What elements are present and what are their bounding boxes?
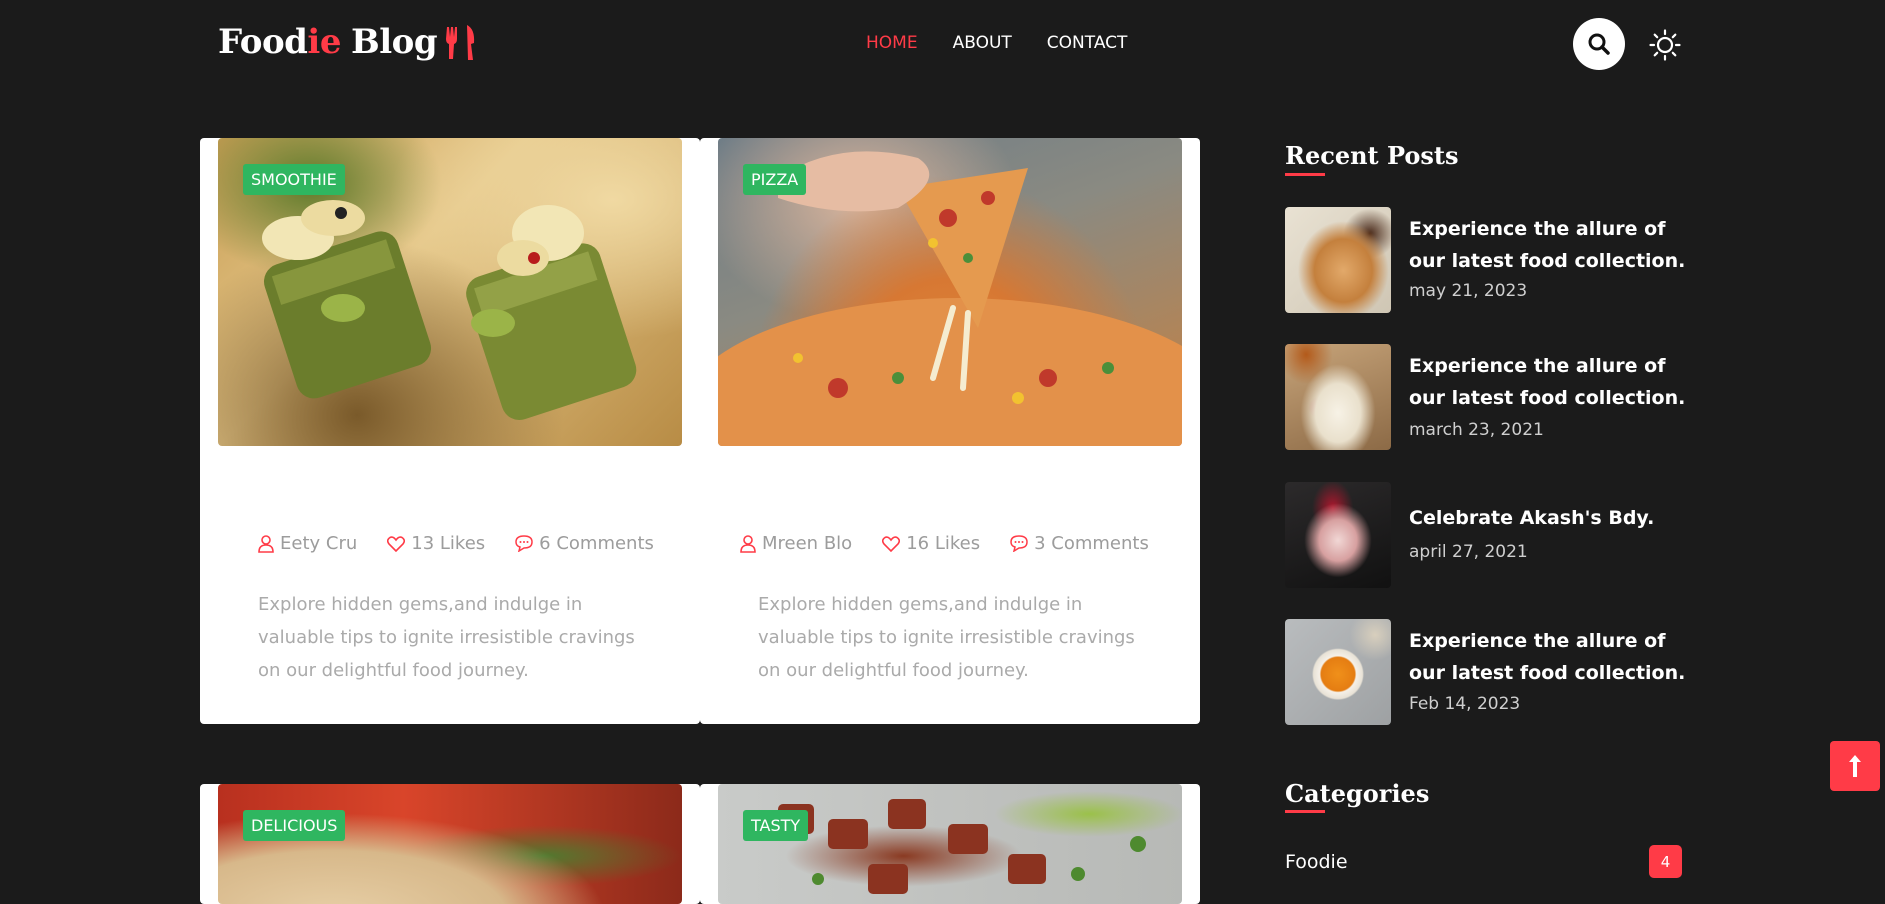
category-badge[interactable]: PIZZA: [743, 164, 807, 195]
logo-text-accent: ie: [307, 22, 341, 62]
author-name: Mreen Blo: [762, 533, 853, 554]
recent-post-title[interactable]: Celebrate Akash's Bdy.: [1409, 502, 1689, 534]
post-card[interactable]: DELICIOUS: [200, 784, 700, 904]
recent-post-title[interactable]: Experience the allure of our latest food…: [1409, 350, 1689, 414]
post-author[interactable]: Mreen Blo: [740, 533, 852, 554]
recent-post-date: Feb 14, 2023: [1409, 694, 1521, 714]
meat-skewer-illustration: [778, 799, 1146, 894]
author-name: Eety Cru: [280, 533, 358, 554]
post-likes[interactable]: 13 Likes: [387, 533, 485, 554]
nav-about[interactable]: ABOUT: [953, 33, 1012, 53]
recent-post-item[interactable]: Experience the allure of our latest food…: [1285, 619, 1685, 725]
heading-underline: [1285, 810, 1325, 813]
post-image-smoothie[interactable]: SMOOTHIE: [218, 138, 682, 446]
recent-post-item[interactable]: Experience the allure of our latest food…: [1285, 207, 1685, 313]
category-badge[interactable]: TASTY: [743, 810, 809, 841]
comment-icon: [1010, 535, 1028, 552]
category-badge[interactable]: DELICIOUS: [243, 810, 346, 841]
comments-count: 6 Comments: [539, 533, 654, 554]
recent-post-title[interactable]: Experience the allure of our latest food…: [1409, 213, 1689, 277]
recent-post-thumbnail[interactable]: [1285, 344, 1391, 450]
main-nav: HOME ABOUT CONTACT: [866, 33, 1127, 53]
recent-post-item[interactable]: Celebrate Akash's Bdy. april 27, 2021: [1285, 482, 1685, 588]
recent-post-date: april 27, 2021: [1409, 542, 1528, 562]
recent-posts-heading: Recent Posts: [1285, 141, 1459, 170]
likes-count: 13 Likes: [411, 533, 486, 554]
post-likes[interactable]: 16 Likes: [882, 533, 980, 554]
nav-home[interactable]: HOME: [866, 33, 918, 53]
post-card[interactable]: TASTY: [700, 784, 1200, 904]
user-icon: [740, 534, 756, 553]
likes-count: 16 Likes: [906, 533, 981, 554]
heart-icon: [387, 535, 406, 552]
post-image-tasty[interactable]: TASTY: [718, 784, 1182, 904]
post-image-pizza[interactable]: PIZZA: [718, 138, 1182, 446]
comment-icon: [515, 535, 533, 552]
category-name[interactable]: Foodie: [1285, 851, 1348, 873]
scroll-to-top-button[interactable]: [1830, 741, 1880, 791]
arrow-up-icon: [1849, 755, 1861, 777]
recent-post-thumbnail[interactable]: [1285, 207, 1391, 313]
fork-knife-icon: [446, 25, 475, 60]
user-icon: [258, 534, 274, 553]
post-comments[interactable]: 3 Comments: [1010, 533, 1149, 554]
post-meta: Eety Cru 13 Likes 6 Comments: [258, 533, 654, 554]
theme-toggle-button[interactable]: [1648, 28, 1682, 62]
heart-icon: [882, 535, 901, 552]
post-card[interactable]: PIZZA Mreen Blo 16 Likes 3 Comments Expl…: [700, 138, 1200, 724]
post-excerpt: Explore hidden gems,and indulge in valua…: [258, 594, 635, 681]
nav-contact[interactable]: CONTACT: [1047, 33, 1128, 53]
post-author[interactable]: Eety Cru: [258, 533, 357, 554]
post-excerpt: Explore hidden gems,and indulge in valua…: [758, 594, 1135, 681]
recent-post-thumbnail[interactable]: [1285, 619, 1391, 725]
post-meta: Mreen Blo 16 Likes 3 Comments: [740, 533, 1149, 554]
heading-underline: [1285, 173, 1325, 176]
logo-text-blog: Blog: [350, 22, 438, 62]
recent-post-thumbnail[interactable]: [1285, 482, 1391, 588]
comments-count: 3 Comments: [1034, 533, 1149, 554]
logo-text-food: Food: [218, 22, 308, 62]
categories-heading: Categories: [1285, 779, 1430, 808]
post-comments[interactable]: 6 Comments: [515, 533, 654, 554]
sun-icon: [1649, 29, 1681, 61]
recent-post-date: may 21, 2023: [1409, 281, 1528, 301]
recent-post-title[interactable]: Experience the allure of our latest food…: [1409, 625, 1689, 689]
search-button[interactable]: [1573, 18, 1625, 70]
recent-post-item[interactable]: Experience the allure of our latest food…: [1285, 344, 1685, 450]
site-logo[interactable]: Food ie Blog: [218, 22, 479, 62]
post-image-delicious[interactable]: DELICIOUS: [218, 784, 682, 904]
category-item[interactable]: Foodie 4: [1285, 845, 1682, 878]
site-header: Food ie Blog HOME ABOUT CONTACT: [0, 0, 1885, 90]
category-count-badge: 4: [1649, 845, 1682, 878]
recent-post-date: march 23, 2021: [1409, 420, 1544, 440]
post-card[interactable]: SMOOTHIE Eety Cru 13 Likes 6 Comments Ex…: [200, 138, 700, 724]
category-badge[interactable]: SMOOTHIE: [243, 164, 345, 195]
search-icon: [1588, 33, 1610, 55]
